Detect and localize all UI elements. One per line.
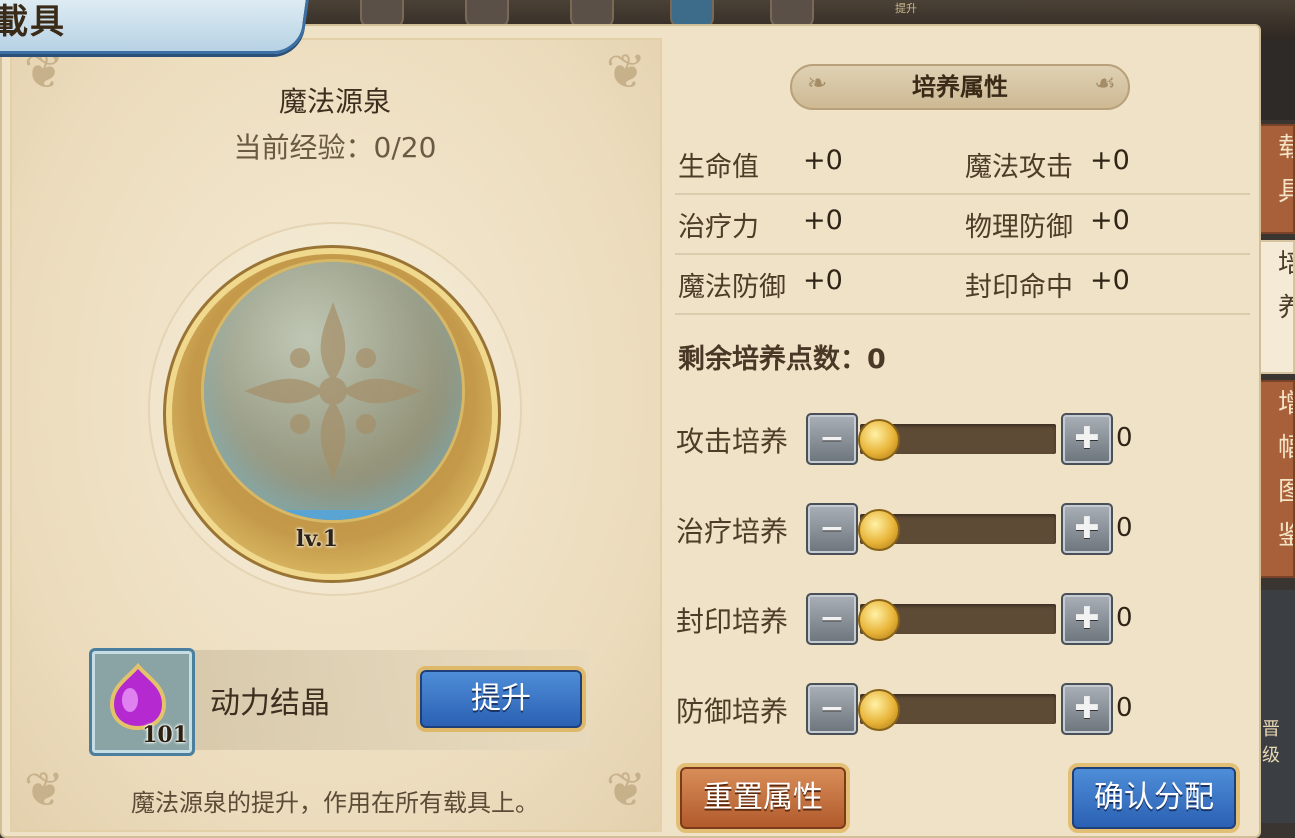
- attribute-name: 生命值: [678, 152, 759, 183]
- defense-training-value: 0: [1116, 693, 1133, 723]
- minus-icon: −: [819, 601, 845, 636]
- minus-icon: −: [819, 511, 845, 546]
- item-title: 魔法源泉: [278, 85, 391, 118]
- side-tab-boost-guide[interactable]: 增幅图鉴: [1258, 380, 1295, 578]
- seal-slider-knob[interactable]: [858, 599, 900, 641]
- material-count: 101: [142, 722, 188, 748]
- minus-icon: −: [819, 691, 845, 726]
- side-lower-area: [1258, 590, 1295, 823]
- attribute-value: +0: [1090, 145, 1130, 176]
- increase-attack-button[interactable]: ✚: [1061, 413, 1113, 465]
- window-title: 載具: [0, 2, 66, 42]
- attribute-row: 生命值 +0 魔法攻击 +0: [675, 133, 1250, 195]
- heal-slider-knob[interactable]: [858, 509, 900, 551]
- attribute-name: 治疗力: [678, 212, 759, 243]
- material-name: 动力结晶: [210, 686, 330, 721]
- fleur-emblem-icon: [244, 302, 422, 480]
- attribute-row: 治疗力 +0 物理防御 +0: [675, 193, 1250, 255]
- training-label-heal: 治疗培养: [676, 515, 789, 548]
- corner-ornament-icon: ❦: [23, 762, 65, 818]
- increase-seal-button[interactable]: ✚: [1061, 593, 1113, 645]
- side-tab-vehicle[interactable]: 载具: [1258, 124, 1295, 234]
- attribute-value: +0: [803, 145, 843, 176]
- training-label-attack: 攻击培养: [676, 425, 789, 458]
- corner-ornament-icon: ❦: [605, 44, 647, 100]
- level-label: lv.1: [296, 526, 338, 552]
- top-bar-small-text: 提升: [895, 2, 917, 15]
- plus-icon: ✚: [1074, 601, 1100, 636]
- plus-icon: ✚: [1074, 421, 1100, 456]
- attribute-name: 物理防御: [965, 212, 1073, 243]
- decrease-defense-button[interactable]: −: [806, 683, 858, 735]
- attribute-name: 魔法攻击: [965, 152, 1073, 183]
- upgrade-button[interactable]: 提升: [416, 666, 586, 732]
- decrease-heal-button[interactable]: −: [806, 503, 858, 555]
- attribute-value: +0: [803, 265, 843, 296]
- minus-icon: −: [819, 421, 845, 456]
- attribute-row: 魔法防御 +0 封印命中 +0: [675, 253, 1250, 315]
- decrease-seal-button[interactable]: −: [806, 593, 858, 645]
- orb-water-level: [204, 510, 462, 520]
- plus-icon: ✚: [1074, 691, 1100, 726]
- seal-training-value: 0: [1116, 603, 1133, 633]
- scroll-ornament-icon: ❧: [806, 69, 828, 97]
- training-label-defense: 防御培养: [676, 695, 789, 728]
- attribute-name: 封印命中: [965, 272, 1073, 303]
- plus-icon: ✚: [1074, 511, 1100, 546]
- decrease-attack-button[interactable]: −: [806, 413, 858, 465]
- fountain-description: 魔法源泉的提升，作用在所有载具上。: [131, 789, 539, 817]
- training-label-seal: 封印培养: [676, 605, 789, 638]
- attack-training-value: 0: [1116, 423, 1133, 453]
- scroll-ornament-icon: ☙: [1094, 69, 1116, 97]
- attribute-name: 魔法防御: [678, 272, 786, 303]
- side-top-area: [1258, 40, 1295, 120]
- heal-training-value: 0: [1116, 513, 1133, 543]
- attribute-value: +0: [803, 205, 843, 236]
- section-title: 培养属性: [790, 64, 1130, 110]
- increase-defense-button[interactable]: ✚: [1061, 683, 1113, 735]
- exp-text: 当前经验：0/20: [233, 131, 437, 164]
- remaining-points: 剩余培养点数：0: [678, 344, 886, 375]
- defense-slider-knob[interactable]: [858, 689, 900, 731]
- corner-ornament-icon: ❦: [605, 762, 647, 818]
- side-small-label: 晋级: [1262, 719, 1280, 766]
- magic-orb[interactable]: [204, 262, 462, 520]
- increase-heal-button[interactable]: ✚: [1061, 503, 1113, 555]
- attack-slider-knob[interactable]: [858, 419, 900, 461]
- attribute-value: +0: [1090, 265, 1130, 296]
- attribute-value: +0: [1090, 205, 1130, 236]
